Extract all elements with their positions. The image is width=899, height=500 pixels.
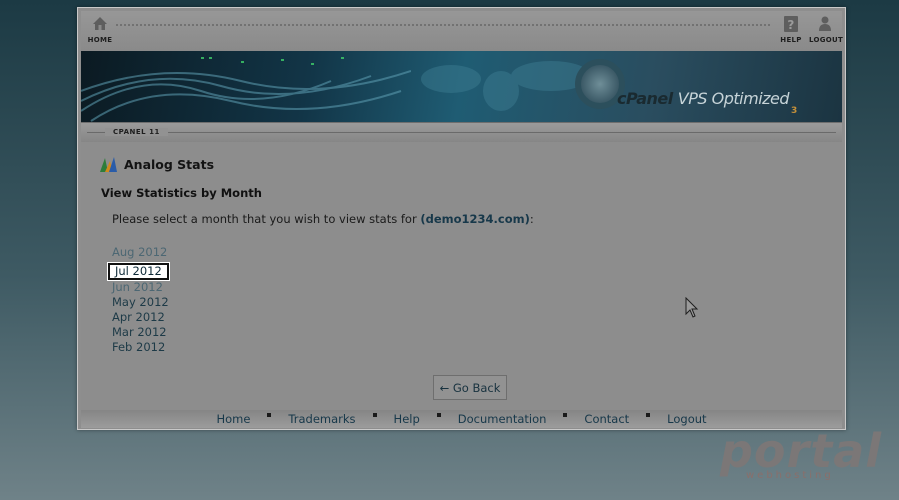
brand-version: 3	[791, 106, 797, 116]
footer-separator	[436, 413, 441, 417]
month-link-jul-2012[interactable]: Jul 2012	[107, 262, 170, 281]
footer-separator	[563, 413, 568, 417]
cpanel-window: HOME ? HELP LOGOUT cPanel VPS Optimized3…	[77, 7, 846, 430]
footer-link-trademarks[interactable]: Trademarks	[275, 412, 368, 426]
home-button[interactable]: HOME	[87, 15, 113, 44]
version-bar: CPANEL 11	[81, 122, 842, 142]
footer-link-help[interactable]: Help	[381, 412, 433, 426]
logout-label: LOGOUT	[809, 36, 844, 44]
main-content: Analog Stats View Statistics by Month Pl…	[81, 142, 842, 414]
help-icon: ?	[784, 16, 798, 32]
version-bar-rule	[87, 132, 836, 133]
page-subtitle: View Statistics by Month	[101, 186, 262, 200]
cpanel-banner: cPanel VPS Optimized3	[81, 51, 842, 122]
month-link-aug-2012[interactable]: Aug 2012	[112, 245, 169, 260]
top-toolbar: HOME ? HELP LOGOUT	[81, 11, 844, 51]
month-link-jun-2012[interactable]: Jun 2012	[112, 280, 169, 295]
home-label: HOME	[87, 36, 113, 44]
footer-separator	[267, 413, 272, 417]
footer-link-documentation[interactable]: Documentation	[445, 412, 560, 426]
footer-link-logout[interactable]: Logout	[654, 412, 719, 426]
brand-product: VPS Optimized	[677, 89, 790, 108]
logout-user-icon	[819, 16, 831, 31]
portal-watermark-logo: portal webhosting	[720, 424, 883, 494]
footer-link-contact[interactable]: Contact	[571, 412, 642, 426]
go-back-button[interactable]: ← Go Back	[433, 375, 507, 400]
month-link-feb-2012[interactable]: Feb 2012	[112, 340, 169, 355]
toolbar-divider	[115, 23, 772, 27]
watermark-big: portal	[720, 424, 883, 478]
svg-text:?: ?	[787, 18, 794, 32]
page-title: Analog Stats	[124, 157, 215, 172]
prompt-suffix: :	[529, 212, 534, 226]
logout-button[interactable]: LOGOUT	[809, 15, 844, 44]
banner-brand: cPanel VPS Optimized3	[617, 89, 797, 116]
analog-stats-icon	[100, 157, 117, 172]
prompt-text: Please select a month that you wish to v…	[112, 212, 417, 226]
footer-separator	[646, 413, 651, 417]
select-month-prompt: Please select a month that you wish to v…	[112, 212, 534, 226]
page-header: Analog Stats	[99, 156, 214, 173]
footer-link-home[interactable]: Home	[203, 412, 263, 426]
version-tag: CPANEL 11	[105, 128, 168, 136]
footer-separator	[372, 413, 377, 417]
home-icon	[93, 17, 107, 30]
help-button[interactable]: ? HELP	[779, 15, 803, 44]
month-list: Aug 2012 Jul 2012 Jun 2012 May 2012 Apr …	[107, 245, 170, 355]
mouse-pointer-icon	[685, 297, 699, 318]
domain-name: (demo1234.com)	[420, 212, 530, 226]
month-link-may-2012[interactable]: May 2012	[112, 295, 169, 310]
help-label: HELP	[780, 36, 802, 44]
network-cables-image	[81, 57, 411, 122]
brand-cpanel: cPanel	[617, 89, 673, 108]
month-link-apr-2012[interactable]: Apr 2012	[112, 310, 169, 325]
month-link-mar-2012[interactable]: Mar 2012	[112, 325, 169, 340]
